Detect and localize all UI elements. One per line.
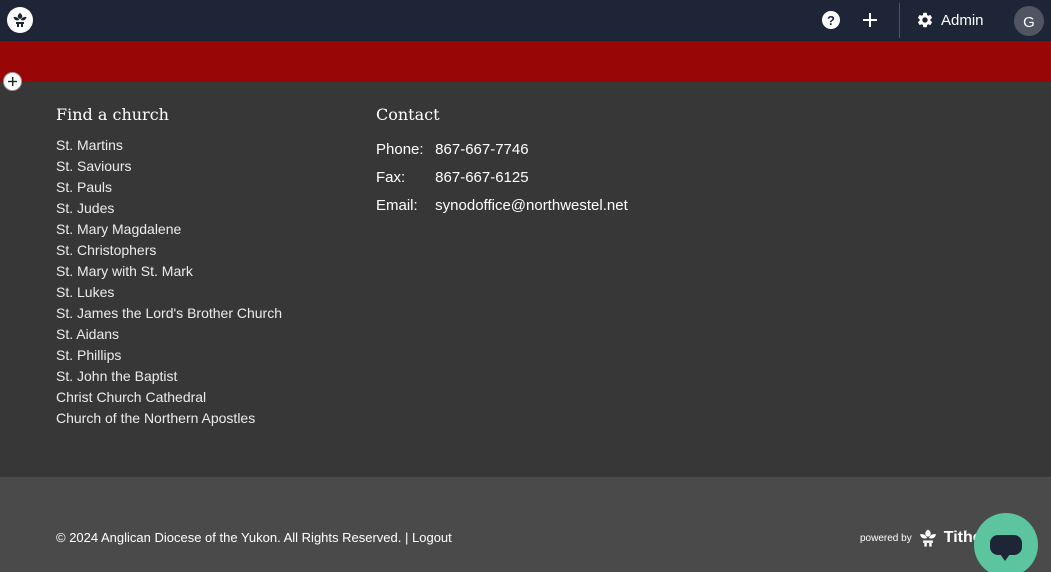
church-link[interactable]: Christ Church Cathedral (56, 388, 282, 409)
church-link[interactable]: St. James the Lord's Brother Church (56, 304, 282, 325)
email-label: Email: (376, 197, 418, 214)
phone-label: Phone: (376, 141, 424, 158)
admin-button[interactable]: Admin (916, 10, 984, 30)
plus-icon (863, 13, 877, 27)
tithely-logo-icon[interactable] (7, 7, 33, 33)
add-icon[interactable] (860, 10, 880, 30)
church-link[interactable]: St. Christophers (56, 241, 282, 262)
church-link[interactable]: St. Lukes (56, 283, 282, 304)
church-link[interactable]: St. Aidans (56, 325, 282, 346)
copyright-text: © 2024 Anglican Diocese of the Yukon. Al… (56, 530, 452, 546)
help-icon[interactable]: ? (822, 11, 840, 29)
chat-button[interactable] (974, 513, 1038, 572)
copyright-label: © 2024 Anglican Diocese of the Yukon. Al… (56, 530, 409, 545)
logout-link[interactable]: Logout (412, 530, 452, 545)
contact-title: Contact (376, 105, 440, 124)
find-church-title: Find a church (56, 105, 169, 124)
topbar-divider (899, 3, 900, 38)
tithely-leaf-icon (919, 529, 936, 547)
church-link[interactable]: St. Phillips (56, 346, 282, 367)
church-link[interactable]: St. Saviours (56, 157, 282, 178)
admin-label: Admin (941, 11, 984, 29)
church-link[interactable]: Church of the Northern Apostles (56, 409, 282, 430)
chat-bubble-icon (990, 535, 1022, 561)
church-link[interactable]: St. Mary Magdalene (56, 220, 282, 241)
email-value[interactable]: synodoffice@northwestel.net (435, 195, 628, 217)
user-avatar[interactable]: G (1014, 6, 1044, 36)
church-link[interactable]: St. Judes (56, 199, 282, 220)
fax-label: Fax: (376, 169, 406, 186)
church-link[interactable]: St. Martins (56, 136, 282, 157)
bottom-footer-bar (0, 477, 1051, 572)
leaf-icon (13, 13, 27, 27)
church-list: St. Martins St. Saviours St. Pauls St. J… (56, 136, 282, 430)
plus-icon (8, 77, 17, 86)
powered-by-label: powered by (860, 532, 912, 544)
church-link[interactable]: St. Mary with St. Mark (56, 262, 282, 283)
contact-email-row: Email: synodoffice@northwestel.net (376, 195, 628, 217)
church-link[interactable]: St. John the Baptist (56, 367, 282, 388)
top-navigation-bar: ? Admin G (0, 0, 1051, 41)
add-section-button[interactable] (3, 72, 22, 91)
red-banner-section (0, 41, 1051, 82)
powered-by-tithely[interactable]: powered by Tithe (860, 526, 982, 550)
church-link[interactable]: St. Pauls (56, 178, 282, 199)
fax-value: 867-667-6125 (435, 169, 529, 186)
contact-fax-row: Fax: 867-667-6125 (376, 167, 529, 189)
gear-icon (918, 12, 933, 28)
contact-phone-row: Phone: 867-667-7746 (376, 139, 529, 161)
phone-value[interactable]: 867-667-7746 (435, 139, 528, 161)
